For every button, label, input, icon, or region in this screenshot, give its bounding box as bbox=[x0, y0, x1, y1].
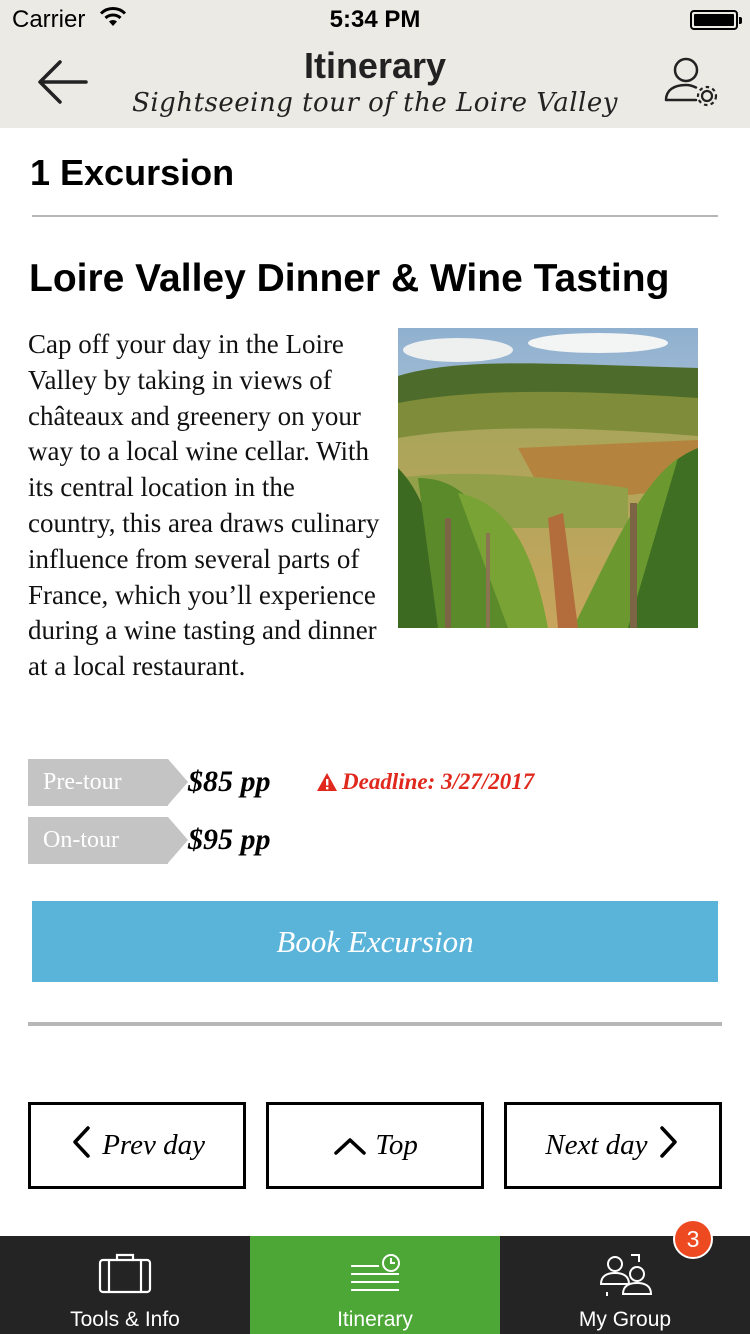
excursion-description: Cap off your day in the Loire Valley by … bbox=[28, 327, 718, 685]
vineyard-photo bbox=[398, 328, 698, 628]
divider bbox=[28, 1022, 722, 1026]
excursion-title: Loire Valley Dinner & Wine Tasting bbox=[29, 257, 670, 300]
tab-tools-info[interactable]: Tools & Info bbox=[0, 1236, 250, 1334]
tab-itinerary[interactable]: Itinerary bbox=[250, 1236, 500, 1334]
group-icon bbox=[599, 1254, 653, 1296]
pre-tour-price: $85 pp bbox=[188, 765, 271, 798]
price-row-on-tour: On-tour $95 pp bbox=[28, 817, 728, 865]
tab-my-group[interactable]: My Group bbox=[500, 1236, 750, 1334]
chevron-left-icon bbox=[73, 1126, 90, 1158]
price-row-pre-tour: Pre-tour $85 pp Deadline: 3/27/2017 bbox=[28, 759, 728, 807]
tab-label: Itinerary bbox=[337, 1308, 413, 1331]
top-button[interactable]: Top bbox=[266, 1102, 484, 1189]
book-excursion-button[interactable]: Book Excursion bbox=[32, 901, 718, 982]
tab-bar: Tools & Info Itinerary My Group bbox=[0, 1236, 750, 1334]
on-tour-tag: On-tour bbox=[28, 817, 188, 864]
briefcase-icon bbox=[98, 1253, 152, 1294]
profile-settings-button[interactable] bbox=[660, 52, 722, 114]
prev-day-button[interactable]: Prev day bbox=[28, 1102, 246, 1189]
prev-day-label: Prev day bbox=[102, 1129, 206, 1161]
warning-icon bbox=[317, 773, 337, 791]
chevron-up-icon bbox=[334, 1138, 366, 1155]
top-label: Top bbox=[375, 1129, 418, 1161]
battery-icon bbox=[690, 10, 742, 30]
nav-bar: Itinerary Sightseeing tour of the Loire … bbox=[0, 40, 750, 128]
user-settings-icon bbox=[664, 57, 718, 107]
pre-tour-tag: Pre-tour bbox=[28, 759, 188, 806]
itinerary-icon bbox=[351, 1254, 400, 1291]
group-notification-badge: 3 bbox=[673, 1219, 713, 1259]
deadline-notice: Deadline: 3/27/2017 bbox=[316, 769, 534, 795]
status-time: 5:34 PM bbox=[329, 6, 421, 33]
status-bar: Carrier 5:34 PM bbox=[0, 0, 750, 40]
section-heading: 1 Excursion bbox=[30, 152, 235, 193]
on-tour-price: $95 pp bbox=[188, 823, 271, 856]
divider bbox=[32, 215, 718, 217]
tab-label: Tools & Info bbox=[70, 1308, 180, 1331]
tab-label: My Group bbox=[578, 1308, 672, 1331]
chevron-right-icon bbox=[660, 1126, 677, 1158]
next-day-button[interactable]: Next day bbox=[504, 1102, 722, 1189]
next-day-label: Next day bbox=[545, 1129, 648, 1161]
deadline-text: Deadline: 3/27/2017 bbox=[342, 769, 535, 794]
page-title: Itinerary bbox=[303, 45, 447, 86]
page-subtitle: Sightseeing tour of the Loire Valley bbox=[132, 88, 618, 118]
description-text: Cap off your day in the Loire Valley by … bbox=[28, 329, 380, 682]
